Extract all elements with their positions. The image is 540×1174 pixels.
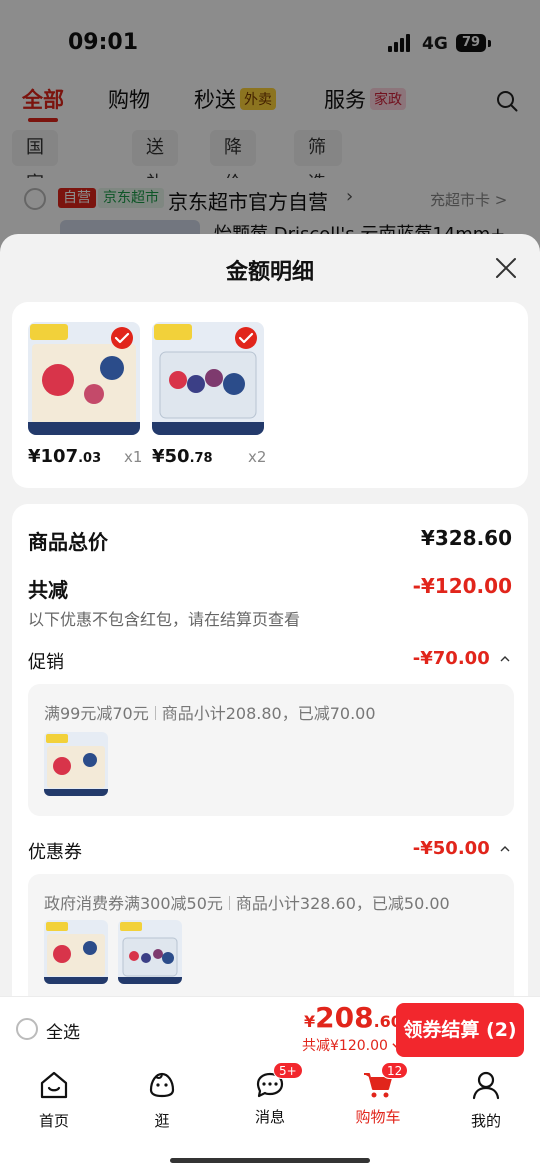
home-indicator (170, 1158, 370, 1163)
tabbar-item-home[interactable]: 首页 (14, 1068, 94, 1131)
chevron-up-icon (500, 846, 510, 852)
coupon-label: 优惠券 (28, 842, 82, 863)
promotion-label: 促销 (28, 652, 64, 673)
checkout-bar: 全选 ¥208.60 共减¥120.00 领券结算 (2) (0, 996, 540, 1060)
coupon-value: -¥50.00 (412, 838, 490, 859)
select-all-label[interactable]: 全选 (46, 1018, 80, 1043)
tabbar-label: 消息 (254, 1108, 285, 1126)
tabbar-label: 购物车 (355, 1108, 401, 1126)
bottom-tabbar: 首页 逛 5+ 消息 12 购物车 我的 (0, 1060, 540, 1174)
coupon-subtotal: 商品小计328.60，已减50.00 (235, 894, 450, 913)
message-badge: 5+ (273, 1062, 303, 1079)
cart-badge: 12 (381, 1062, 409, 1079)
promotion-toggle[interactable]: -¥70.00 (413, 648, 510, 669)
tabbar-label: 首页 (38, 1112, 69, 1130)
promotion-product-thumbnail (44, 732, 108, 796)
product-qty: x1 (124, 448, 143, 466)
tabbar-label: 我的 (470, 1112, 501, 1130)
coupon-rule: 政府消费券满300减50元 (44, 894, 223, 913)
coupon-product-thumbnail (118, 920, 182, 984)
promotion-rule: 满99元减70元 (44, 704, 149, 723)
promotion-detail: 满99元减70元 商品小计208.80，已减70.00 (44, 700, 376, 724)
tabbar-label: 逛 (154, 1112, 170, 1130)
tabbar-item-profile[interactable]: 我的 (446, 1068, 526, 1131)
discount-note: 以下优惠不包含红包，请在结算页查看 (28, 610, 301, 629)
goods-total-label: 商品总价 (28, 530, 108, 554)
goods-total-value: ¥328.60 (420, 526, 512, 550)
coupon-product-thumbnail (44, 920, 108, 984)
tabbar-item-cart[interactable]: 12 购物车 (338, 1062, 418, 1127)
home-icon (40, 1071, 68, 1099)
promotion-subtotal: 商品小计208.80，已减70.00 (161, 704, 376, 723)
amount-detail-card: 商品总价 ¥328.60 共减 -¥120.00 以下优惠不包含红包，请在结算页… (12, 504, 528, 1034)
product-image (28, 322, 140, 435)
products-card: ¥107.03 x1 ¥50.78 x2 (12, 302, 528, 488)
browse-icon (149, 1072, 175, 1098)
profile-icon (472, 1071, 500, 1100)
product-price: ¥107.03 (28, 446, 102, 467)
chevron-up-icon (500, 656, 510, 662)
total-reduce-value: -¥120.00 (412, 574, 512, 598)
coupon-toggle[interactable]: -¥50.00 (413, 838, 510, 859)
select-all-checkbox[interactable] (16, 1018, 38, 1040)
discount-summary[interactable]: 共减¥120.00 (302, 1035, 401, 1055)
discount-text: 共减¥120.00 (302, 1038, 388, 1054)
close-icon[interactable] (492, 254, 520, 282)
product-price: ¥50.78 (152, 446, 213, 467)
tabbar-item-messages[interactable]: 5+ 消息 (230, 1062, 310, 1127)
product-image (152, 322, 264, 435)
coupon-detail: 政府消费券满300减50元 商品小计328.60，已减50.00 (44, 890, 450, 914)
sheet-title: 金额明细 (225, 260, 314, 285)
tabbar-item-browse[interactable]: 逛 (122, 1068, 202, 1131)
total-price: ¥208.60 (304, 1001, 402, 1034)
total-reduce-label: 共减 (28, 578, 68, 602)
promotion-box: 满99元减70元 商品小计208.80，已减70.00 (28, 684, 514, 816)
promotion-value: -¥70.00 (412, 648, 490, 669)
checkout-button[interactable]: 领券结算 (2) (396, 1003, 524, 1057)
product-qty: x2 (248, 448, 267, 466)
